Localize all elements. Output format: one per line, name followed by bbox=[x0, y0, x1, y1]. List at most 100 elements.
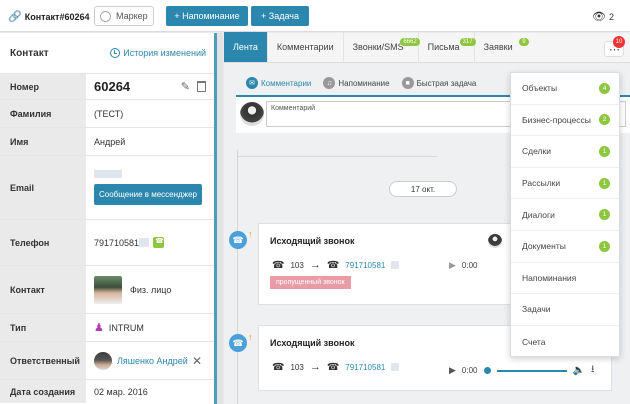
menu-item-label: Документы bbox=[522, 241, 566, 252]
person-icon: ♟ bbox=[94, 322, 104, 334]
marker-circle-icon bbox=[100, 10, 111, 22]
tab-comments[interactable]: Комментарии bbox=[268, 32, 344, 62]
tab-label: Письма bbox=[427, 42, 460, 52]
menu-item-dialogs[interactable]: Диалоги 1 bbox=[511, 199, 619, 231]
menu-item-label: Сделки bbox=[522, 146, 551, 157]
created-value: 02 мар. 2016 bbox=[94, 386, 148, 397]
field-label: Дата создания bbox=[0, 380, 86, 403]
call-to-link[interactable]: 791710581 bbox=[345, 261, 385, 270]
history-link[interactable]: История изменений bbox=[110, 48, 206, 58]
menu-item-business-processes[interactable]: Бизнес-процессы 2 bbox=[511, 105, 619, 137]
subtab-reminder[interactable]: ♫ Напоминание bbox=[323, 77, 390, 89]
menu-item-invoices[interactable]: Счета bbox=[511, 326, 619, 358]
contact-photo[interactable] bbox=[94, 275, 122, 304]
add-reminder-button[interactable]: + Напоминание bbox=[166, 6, 248, 26]
field-label: Телефон bbox=[0, 220, 86, 265]
contact-title: 🔗 Контакт#60264 bbox=[8, 10, 90, 23]
surname-value[interactable]: (ТЕСТ) bbox=[86, 100, 214, 127]
volume-icon[interactable]: 🔈 bbox=[573, 365, 585, 376]
date-separator: 17 окт. bbox=[389, 181, 457, 197]
tab-requests[interactable]: Заявки 9 bbox=[475, 32, 529, 62]
contact-type-value: Физ. лицо bbox=[130, 284, 172, 295]
call-to-link[interactable]: 791710581 bbox=[345, 363, 385, 372]
menu-item-count: 1 bbox=[599, 177, 610, 189]
menu-item-count: 2 bbox=[599, 114, 610, 126]
menu-item-count: 1 bbox=[599, 145, 610, 157]
menu-item-objects[interactable]: Объекты 4 bbox=[511, 73, 619, 105]
menu-item-mailings[interactable]: Рассылки 1 bbox=[511, 168, 619, 200]
menu-item-tasks[interactable]: Задачи bbox=[511, 294, 619, 326]
audio-player: ▶ 0:00 bbox=[449, 260, 478, 271]
menu-item-reminders[interactable]: Напоминания bbox=[511, 263, 619, 295]
arrow-right-icon: → bbox=[309, 259, 321, 271]
tab-emails[interactable]: Письма 317 bbox=[419, 32, 476, 62]
tab-badge: 9 bbox=[519, 38, 529, 46]
number-value: 60264 bbox=[94, 79, 131, 94]
comment-icon: ✉ bbox=[246, 77, 258, 89]
phone-call-icon[interactable] bbox=[153, 237, 165, 248]
tab-badge: 6662 bbox=[400, 38, 420, 46]
play-icon[interactable]: ▶ bbox=[449, 365, 456, 376]
contact-title-text: Контакт#60264 bbox=[24, 11, 90, 22]
menu-item-count: 4 bbox=[599, 82, 610, 94]
tab-label: Лента bbox=[233, 42, 258, 52]
subtab-comments[interactable]: ✉ Комментарии bbox=[246, 77, 311, 89]
timeline-line bbox=[237, 150, 238, 404]
add-task-button[interactable]: + Задача bbox=[251, 6, 309, 26]
field-contact: Контакт Физ. лицо bbox=[0, 265, 214, 313]
timeline-separator bbox=[237, 156, 437, 157]
field-label: Контакт bbox=[0, 266, 86, 313]
seek-track[interactable] bbox=[496, 369, 567, 372]
field-label: Фамилия bbox=[0, 100, 86, 127]
subtab-label: Напоминание bbox=[338, 78, 390, 88]
menu-item-count: 1 bbox=[599, 240, 610, 252]
close-icon[interactable]: ✕ bbox=[192, 354, 202, 368]
call-title: Исходящий звонок bbox=[270, 236, 355, 246]
field-type: Тип ♟ INTRUM bbox=[0, 313, 214, 341]
phone-call-icon: ☎ bbox=[229, 334, 247, 352]
phone-icon: ☎ bbox=[272, 259, 285, 271]
messenger-button[interactable]: Сообщение в мессенджер bbox=[94, 184, 202, 205]
play-icon[interactable]: ▶ bbox=[449, 260, 456, 271]
name-value[interactable]: Андрей bbox=[86, 128, 214, 155]
tab-feed[interactable]: Лента bbox=[224, 32, 268, 62]
clock-icon bbox=[110, 48, 121, 58]
eye-icon: 👁 bbox=[592, 11, 606, 23]
trash-icon[interactable] bbox=[197, 81, 206, 92]
panel-heading: Контакт bbox=[10, 47, 49, 59]
link-icon[interactable]: 🔗 bbox=[8, 10, 22, 23]
field-label: Ответственный bbox=[0, 342, 86, 379]
number-blurred bbox=[391, 363, 400, 371]
menu-item-documents[interactable]: Документы 1 bbox=[511, 231, 619, 263]
field-created: Дата создания 02 мар. 2016 bbox=[0, 379, 214, 403]
download-icon[interactable]: ⭳ bbox=[591, 362, 595, 379]
menu-item-label: Диалоги bbox=[522, 209, 555, 220]
field-responsible: Ответственный Ляшенко Андрей ✕ bbox=[0, 341, 214, 379]
phone-value[interactable]: 791710581 bbox=[94, 238, 139, 248]
menu-item-label: Бизнес-процессы bbox=[522, 114, 591, 125]
viewers[interactable]: 👁 2 bbox=[592, 10, 614, 23]
type-value[interactable]: INTRUM bbox=[109, 323, 144, 333]
responsible-link[interactable]: Ляшенко Андрей bbox=[117, 356, 188, 366]
phone-blurred bbox=[139, 238, 150, 247]
outgoing-arrow-icon: ↑ bbox=[248, 229, 253, 239]
tab-calls-sms[interactable]: Звонки/SMS 6662 bbox=[344, 32, 420, 62]
seek-handle[interactable] bbox=[483, 367, 491, 374]
email-value-blurred[interactable] bbox=[94, 170, 122, 178]
contact-panel: Контакт История изменений Номер 60264 ✎ … bbox=[0, 33, 214, 404]
scrollbar[interactable] bbox=[217, 33, 223, 404]
menu-item-deals[interactable]: Сделки 1 bbox=[511, 136, 619, 168]
subtab-label: Комментарии bbox=[261, 78, 312, 88]
subtab-quick-task[interactable]: ■ Быстрая задача bbox=[401, 77, 477, 89]
phone-icon: ☎ bbox=[272, 361, 285, 373]
viewers-count: 2 bbox=[608, 11, 614, 22]
phone-call-icon: ☎ bbox=[229, 231, 247, 249]
audio-time: 0:00 bbox=[461, 261, 478, 270]
pencil-icon[interactable]: ✎ bbox=[181, 80, 190, 93]
field-number: Номер 60264 ✎ bbox=[0, 73, 214, 99]
phone-icon: ☎ bbox=[326, 259, 340, 271]
tab-label: Комментарии bbox=[276, 42, 334, 52]
subtab-label: Быстрая задача bbox=[416, 78, 477, 88]
marker-button[interactable]: Маркер bbox=[94, 6, 154, 26]
number-blurred bbox=[391, 261, 400, 269]
